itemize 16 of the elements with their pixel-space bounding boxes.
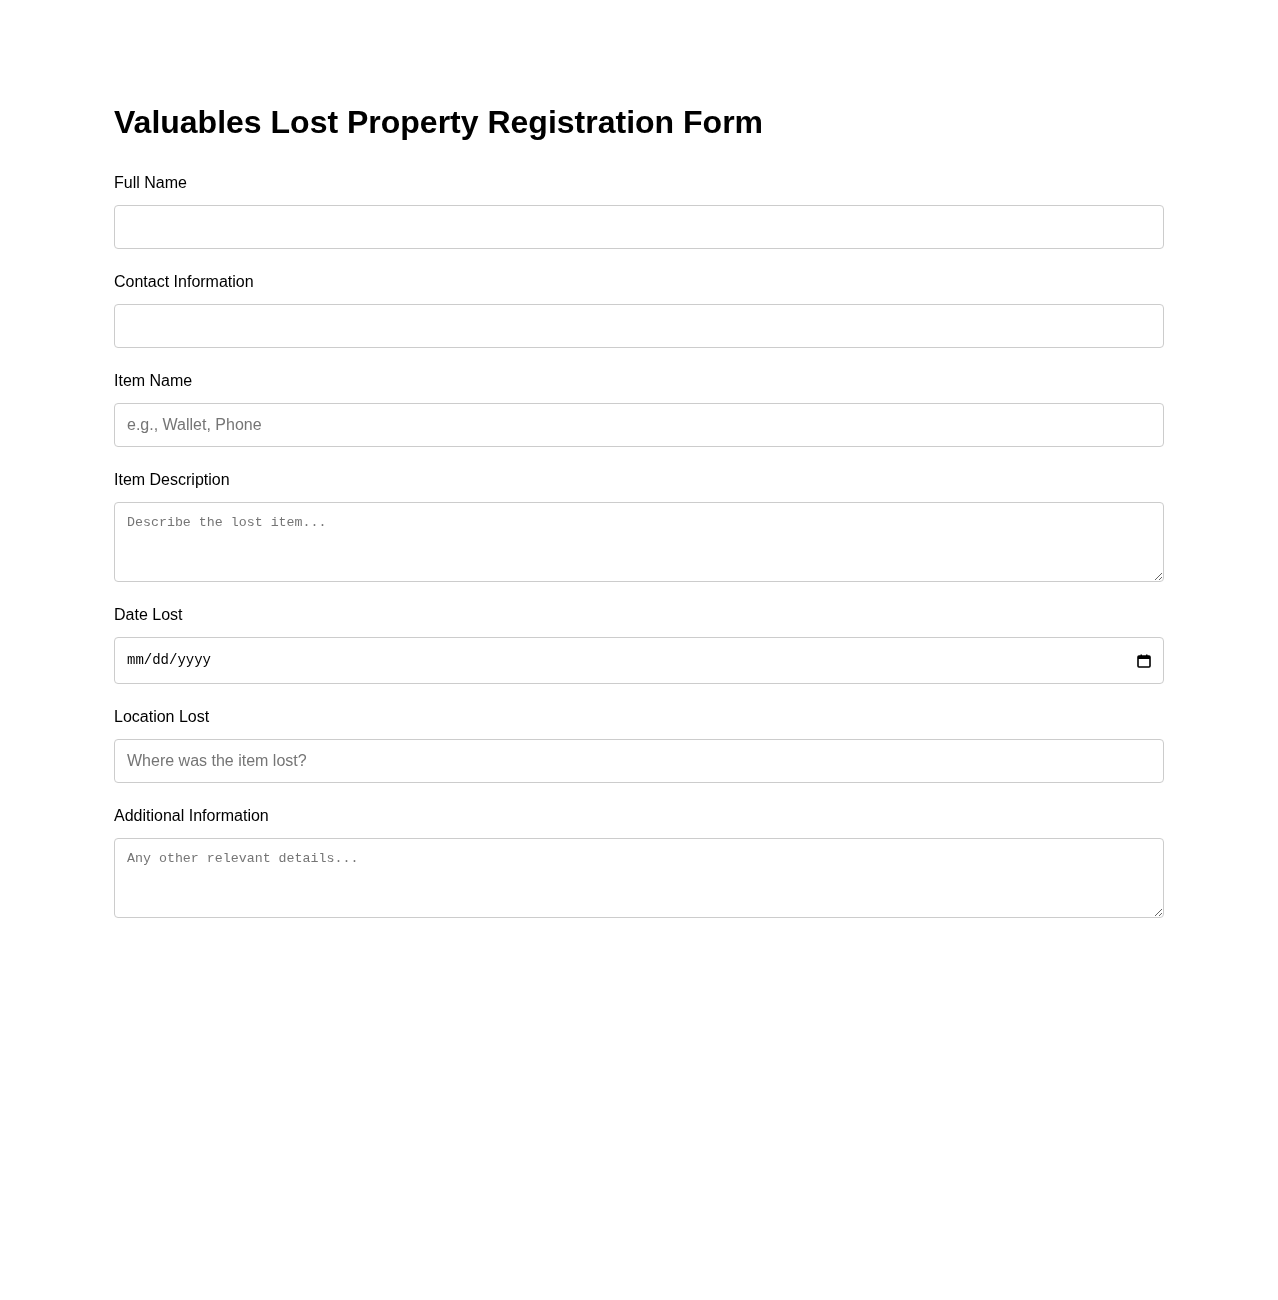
text-field[interactable]: e.g., Wallet, Phone	[114, 403, 1164, 447]
text-field[interactable]	[114, 205, 1164, 249]
field-label: Item Name	[114, 372, 193, 390]
field-label: Full Name	[114, 174, 187, 192]
text-field[interactable]	[114, 304, 1164, 348]
field-label: Date Lost	[114, 606, 183, 624]
text-field[interactable]: Where was the item lost?	[114, 739, 1164, 783]
text-area[interactable]: Describe the lost item...	[114, 502, 1164, 582]
field-label: Contact Information	[114, 273, 254, 291]
text-area[interactable]: Any other relevant details...	[114, 838, 1164, 918]
form-title: Valuables Lost Property Registration Form	[114, 103, 765, 141]
calendar-icon[interactable]	[1137, 653, 1151, 668]
field-label: Additional Information	[114, 807, 269, 825]
field-label: Item Description	[114, 471, 230, 489]
field-label: Location Lost	[114, 708, 210, 726]
date-field[interactable]: mm/dd/yyyy	[114, 637, 1164, 684]
